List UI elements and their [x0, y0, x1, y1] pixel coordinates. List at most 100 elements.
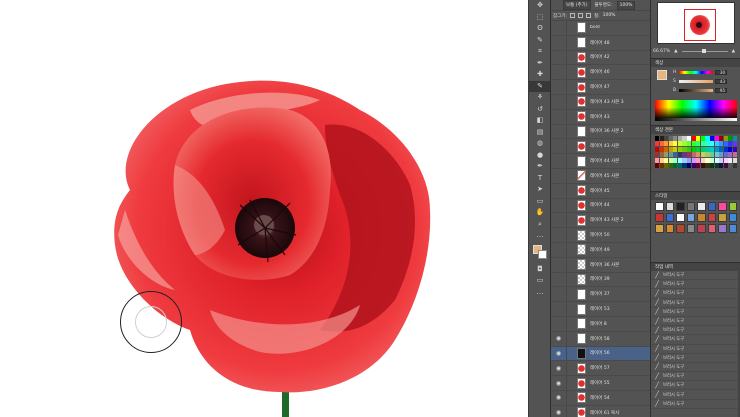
visibility-eye-icon[interactable]	[551, 198, 567, 213]
visibility-eye-icon[interactable]	[551, 50, 567, 65]
color-swatch[interactable]	[655, 152, 660, 158]
color-swatch[interactable]	[709, 141, 715, 147]
color-swatch[interactable]	[705, 141, 710, 147]
slider-value[interactable]: 43	[715, 79, 727, 84]
eyedropper-icon[interactable]: ✒	[529, 58, 551, 70]
color-swatch[interactable]	[673, 162, 678, 168]
visibility-eye-icon[interactable]: ◉	[551, 361, 567, 376]
layer-row[interactable]: 레이어 45	[551, 183, 650, 199]
history-state[interactable]: ╱ 브러시 도구	[651, 363, 740, 373]
style-preset[interactable]	[728, 202, 737, 211]
color-swatch[interactable]	[687, 152, 692, 158]
color-swatch[interactable]	[719, 162, 724, 168]
layer-row[interactable]: 레이어 36 사본	[551, 257, 650, 273]
visibility-eye-icon[interactable]	[551, 257, 567, 272]
visibility-eye-icon[interactable]	[551, 183, 567, 198]
crop-icon[interactable]: ⌗	[529, 46, 551, 58]
layer-row[interactable]: 레이어 50	[551, 228, 650, 243]
color-swatch[interactable]	[728, 141, 733, 147]
document-canvas[interactable]	[0, 0, 528, 417]
layer-row[interactable]: 레이어 43 사본 2	[551, 213, 650, 229]
color-swatch[interactable]	[668, 136, 673, 141]
color-swatch[interactable]	[677, 157, 683, 163]
layer-row[interactable]: ◉ 레이어 57	[551, 361, 650, 377]
color-swatch[interactable]	[732, 162, 737, 168]
zoom-value[interactable]: 66.67%	[653, 49, 670, 54]
color-swatch[interactable]	[719, 146, 724, 152]
color-swatch[interactable]	[700, 157, 705, 163]
color-swatch[interactable]	[723, 136, 728, 141]
color-swatch[interactable]	[659, 146, 664, 152]
color-swatch[interactable]	[732, 141, 737, 147]
color-swatch[interactable]	[673, 146, 678, 152]
color-slider-b[interactable]: B 95	[673, 87, 739, 94]
styles-panel-title[interactable]: 스타일	[651, 191, 740, 200]
color-swatch[interactable]	[659, 162, 664, 168]
blur-icon[interactable]: ◍	[529, 138, 551, 150]
visibility-eye-icon[interactable]	[551, 168, 567, 183]
style-preset[interactable]	[718, 202, 727, 211]
color-swatch[interactable]	[732, 152, 737, 158]
visibility-eye-icon[interactable]	[551, 272, 567, 287]
color-swatch[interactable]	[696, 141, 701, 147]
color-swatch[interactable]	[728, 157, 733, 163]
visibility-eye-icon[interactable]	[551, 65, 567, 80]
style-preset[interactable]	[707, 202, 716, 211]
color-swatch[interactable]	[677, 136, 683, 141]
color-swatch[interactable]	[691, 136, 696, 141]
layer-row[interactable]: 레이어 39	[551, 272, 650, 288]
color-swatch[interactable]	[655, 162, 660, 168]
visibility-eye-icon[interactable]	[551, 94, 567, 109]
color-swatch[interactable]	[664, 152, 669, 158]
visibility-eye-icon[interactable]	[551, 35, 567, 50]
pen-icon[interactable]: ✒	[529, 161, 551, 173]
screen-mode-icon[interactable]: ▭	[529, 275, 551, 287]
style-preset[interactable]	[707, 224, 716, 233]
color-swatch[interactable]	[691, 146, 696, 152]
color-swatch[interactable]	[668, 157, 673, 163]
color-swatch[interactable]	[696, 136, 701, 141]
style-preset[interactable]	[655, 202, 664, 211]
history-brush-icon[interactable]: ↺	[529, 104, 551, 116]
color-swatch[interactable]	[700, 136, 705, 141]
visibility-eye-icon[interactable]	[551, 139, 567, 154]
color-swatch[interactable]	[664, 141, 669, 147]
layer-row[interactable]: ◉ 레이어 61 복사	[551, 405, 650, 417]
layer-row[interactable]: 레이어 53	[551, 302, 650, 317]
layer-row[interactable]: 레이어 36 사본 2	[551, 124, 650, 140]
color-swatch[interactable]	[732, 157, 737, 163]
color-swatch[interactable]	[673, 136, 678, 141]
style-preset[interactable]	[676, 202, 685, 211]
color-swatch[interactable]	[664, 157, 669, 163]
style-preset[interactable]	[655, 213, 664, 222]
gradient-icon[interactable]: ▤	[529, 127, 551, 139]
visibility-eye-icon[interactable]: ◉	[551, 390, 567, 405]
navigator-preview[interactable]	[657, 2, 735, 44]
color-swatch[interactable]	[700, 141, 705, 147]
layer-row[interactable]: ◉ 레이어 58	[551, 331, 650, 347]
color-swatch[interactable]	[687, 146, 692, 152]
color-swatch[interactable]	[714, 162, 719, 168]
layer-row[interactable]: ◉ 레이어 56	[551, 346, 650, 362]
color-swatch[interactable]	[700, 146, 705, 152]
color-swatch[interactable]	[714, 141, 719, 147]
visibility-eye-icon[interactable]	[551, 302, 567, 316]
color-swatch[interactable]	[714, 146, 719, 152]
color-swatch[interactable]	[655, 157, 660, 163]
color-slider-s[interactable]: S 43	[673, 78, 739, 85]
layer-row[interactable]: 레이어 47	[551, 80, 650, 95]
color-swatch[interactable]	[696, 146, 701, 152]
lock-position-icon[interactable]	[577, 13, 583, 18]
history-state[interactable]: ╱ 브러시 도구	[651, 299, 740, 308]
color-swatch[interactable]	[677, 162, 683, 168]
color-swatch[interactable]	[668, 162, 673, 168]
layer-row[interactable]: 레이어 43	[551, 109, 650, 125]
layer-row[interactable]: ◉ 레이어 54	[551, 390, 650, 406]
color-swatch[interactable]	[687, 157, 692, 163]
opacity-field[interactable]: 100%	[616, 0, 636, 10]
color-swatch[interactable]	[714, 136, 719, 141]
type-icon[interactable]: T	[529, 173, 551, 185]
slider-track[interactable]	[679, 80, 713, 83]
eraser-icon[interactable]: ◧	[529, 115, 551, 127]
color-swatch[interactable]	[659, 141, 664, 147]
